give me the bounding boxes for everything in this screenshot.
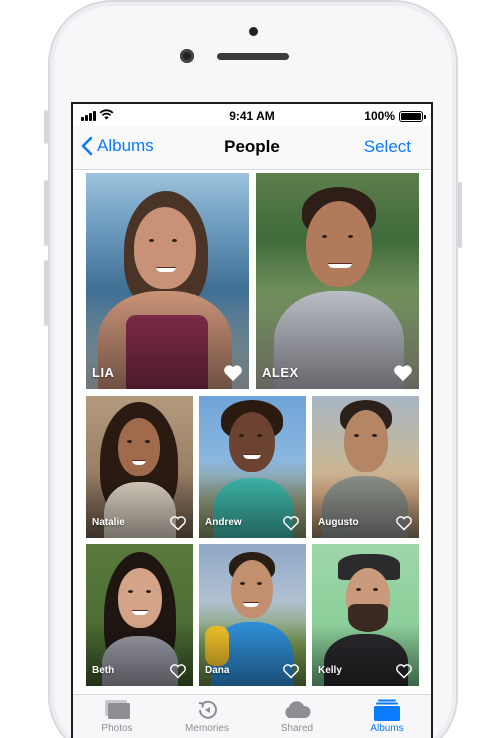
battery-icon — [399, 111, 426, 122]
proximity-sensor — [249, 27, 258, 36]
person-tile-beth[interactable]: Beth — [86, 544, 193, 686]
select-button[interactable]: Select — [364, 137, 411, 157]
person-name: LIA — [92, 365, 115, 380]
volume-up-button — [44, 180, 48, 246]
tab-label: Photos — [101, 723, 133, 734]
cloud-icon — [285, 701, 311, 718]
person-name: Augusto — [318, 517, 359, 528]
screen: 9:41 AM 100% Albums People Select LIA AL… — [71, 102, 433, 738]
front-camera — [180, 49, 194, 63]
tab-label: Albums — [370, 723, 404, 734]
person-tile-alex[interactable]: ALEX — [256, 173, 419, 389]
people-grid: LIA ALEX Natalie Andrew Augusto Beth Dan… — [73, 170, 431, 690]
navigation-bar: Albums People Select — [73, 126, 431, 170]
tab-label: Shared — [280, 723, 314, 734]
person-name: Kelly — [318, 665, 342, 676]
status-bar: 9:41 AM 100% — [73, 104, 431, 126]
power-button — [458, 182, 462, 248]
person-name: Natalie — [92, 517, 125, 528]
photos-icon — [105, 700, 130, 719]
person-name: ALEX — [262, 365, 299, 380]
memories-icon — [198, 700, 217, 719]
battery-percentage: 100% — [364, 109, 395, 123]
mute-switch — [44, 110, 48, 144]
person-tile-dana[interactable]: Dana — [199, 544, 306, 686]
person-tile-augusto[interactable]: Augusto — [312, 396, 419, 538]
favorite-heart-filled-icon[interactable] — [393, 364, 413, 382]
tab-shared[interactable]: Shared — [257, 699, 337, 734]
tab-photos[interactable]: Photos — [77, 699, 157, 734]
tab-bar: Photos Memories Shared Albums — [73, 694, 431, 738]
favorite-heart-outline-icon[interactable] — [282, 663, 300, 679]
tab-label: Memories — [185, 723, 229, 734]
person-tile-natalie[interactable]: Natalie — [86, 396, 193, 538]
favorite-heart-outline-icon[interactable] — [169, 515, 187, 531]
person-tile-kelly[interactable]: Kelly — [312, 544, 419, 686]
tab-albums[interactable]: Albums — [347, 699, 427, 734]
volume-down-button — [44, 260, 48, 326]
favorite-heart-filled-icon[interactable] — [223, 364, 243, 382]
favorite-heart-outline-icon[interactable] — [169, 663, 187, 679]
person-name: Beth — [92, 665, 115, 676]
person-name: Dana — [205, 665, 230, 676]
person-name: Andrew — [205, 517, 242, 528]
earpiece-speaker — [217, 53, 289, 60]
person-tile-lia[interactable]: LIA — [86, 173, 249, 389]
tab-memories[interactable]: Memories — [167, 699, 247, 734]
favorite-heart-outline-icon[interactable] — [395, 663, 413, 679]
albums-icon — [374, 699, 400, 721]
favorite-heart-outline-icon[interactable] — [282, 515, 300, 531]
favorite-heart-outline-icon[interactable] — [395, 515, 413, 531]
person-tile-andrew[interactable]: Andrew — [199, 396, 306, 538]
battery-level-fill — [401, 113, 421, 120]
